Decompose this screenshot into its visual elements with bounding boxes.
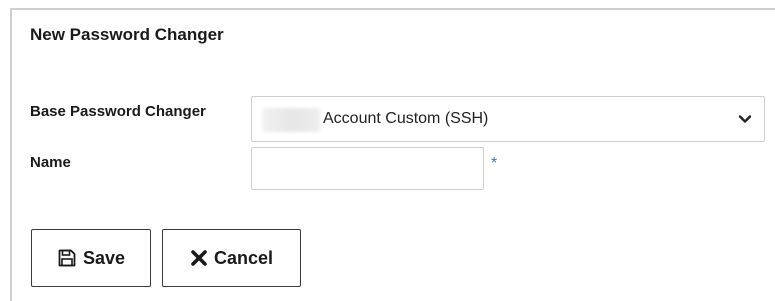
cancel-button[interactable]: Cancel — [162, 229, 301, 287]
x-icon — [191, 250, 207, 266]
floppy-disk-icon — [58, 249, 76, 267]
redacted-prefix — [262, 108, 320, 132]
cancel-label: Cancel — [213, 247, 274, 268]
required-marker: * — [491, 155, 498, 172]
page-title: New Password Changer — [30, 25, 224, 44]
name-label: Name — [30, 154, 71, 171]
base-password-changer-label: Base Password Changer — [30, 103, 206, 120]
save-button[interactable]: Save — [31, 229, 151, 287]
select-value: Account Custom (SSH) — [323, 110, 489, 127]
name-input[interactable] — [251, 147, 484, 190]
save-label: Save — [82, 247, 126, 268]
base-password-changer-select[interactable]: Account Custom (SSH) — [251, 96, 765, 142]
chevron-down-icon — [738, 115, 752, 123]
